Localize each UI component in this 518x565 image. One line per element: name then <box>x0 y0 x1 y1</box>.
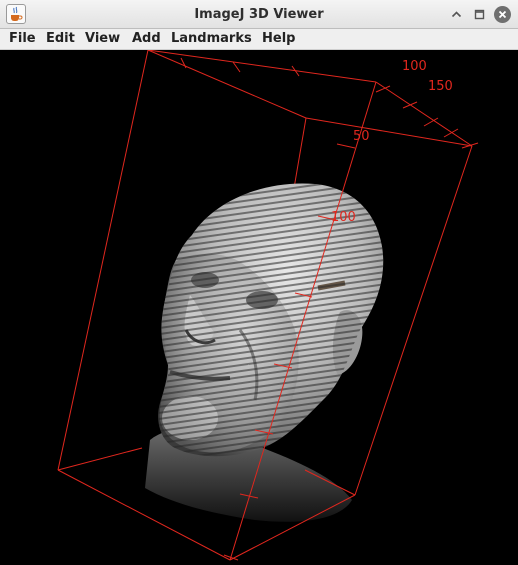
menu-edit[interactable]: Edit <box>46 29 75 49</box>
maximize-icon[interactable] <box>448 6 465 23</box>
menu-help[interactable]: Help <box>262 29 295 49</box>
window-title: ImageJ 3D Viewer <box>194 7 324 22</box>
axis-label-150: 150 <box>428 79 453 94</box>
menu-file[interactable]: File <box>9 29 36 49</box>
menu-view[interactable]: View <box>85 29 120 49</box>
title-bar[interactable]: ImageJ 3D Viewer <box>0 0 518 29</box>
head-volume-render[interactable] <box>145 183 384 522</box>
menu-add[interactable]: Add <box>132 29 161 49</box>
menu-bar: File Edit View Add Landmarks Help <box>0 29 518 50</box>
axis-label-100-top: 100 <box>402 59 427 74</box>
menu-landmarks[interactable]: Landmarks <box>171 29 252 49</box>
axis-label-100-vertical: 100 <box>331 210 356 225</box>
axis-label-50: 50 <box>353 129 370 144</box>
3d-render-canvas[interactable]: 100 150 50 100 <box>0 50 518 565</box>
restore-icon[interactable] <box>471 6 488 23</box>
imagej-3d-viewer-window: ImageJ 3D Viewer File Edit View Add Land… <box>0 0 518 565</box>
close-icon[interactable] <box>494 6 511 23</box>
